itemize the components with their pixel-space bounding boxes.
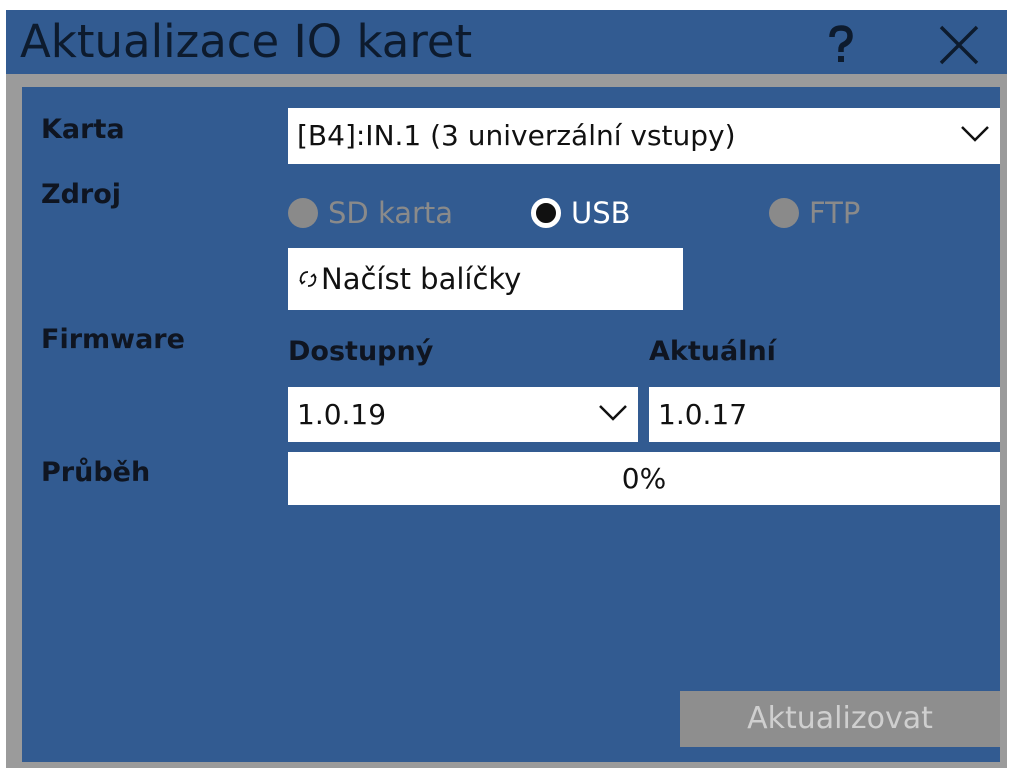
card-label: Karta — [41, 114, 125, 145]
source-sd-card-label: SD karta — [328, 196, 454, 230]
refresh-icon — [297, 268, 319, 290]
frame-bottom — [6, 762, 1007, 768]
source-usb-label: USB — [571, 196, 631, 230]
frame-left — [6, 74, 22, 768]
close-button[interactable] — [936, 22, 982, 68]
source-ftp-radio[interactable]: FTP — [769, 193, 860, 233]
title-bar: Aktualizace IO karet — [6, 10, 1007, 74]
load-packages-label: Načíst balíčky — [321, 262, 522, 296]
frame-top — [6, 74, 1007, 87]
available-firmware-select[interactable]: 1.0.19 — [288, 387, 638, 442]
question-icon — [829, 25, 853, 62]
close-icon — [939, 25, 979, 65]
source-ftp-label: FTP — [809, 196, 861, 230]
progress-label: Průběh — [41, 457, 151, 488]
source-sd-card-radio[interactable]: SD karta — [288, 193, 453, 233]
available-firmware-value: 1.0.19 — [297, 398, 387, 431]
chevron-down-icon — [961, 126, 989, 142]
card-select[interactable]: [B4]:IN.1 (3 univerzální vstupy) — [288, 108, 1000, 164]
progress-bar: 0% — [288, 452, 1000, 505]
source-usb-radio[interactable]: USB — [531, 193, 631, 233]
frame-right — [1000, 74, 1007, 768]
load-packages-button[interactable]: Načíst balíčky — [288, 248, 683, 310]
card-selected-value: [B4]:IN.1 (3 univerzální vstupy) — [297, 119, 736, 152]
current-firmware-field: 1.0.17 — [649, 387, 1000, 442]
radio-indicator — [769, 198, 799, 228]
source-label: Zdroj — [41, 179, 122, 210]
help-button[interactable] — [818, 22, 864, 68]
current-header: Aktuální — [649, 336, 776, 367]
current-firmware-value: 1.0.17 — [658, 398, 748, 431]
update-button[interactable]: Aktualizovat — [680, 691, 1000, 747]
progress-text: 0% — [621, 462, 667, 495]
dialog-title: Aktualizace IO karet — [20, 15, 473, 68]
chevron-down-icon — [599, 405, 627, 421]
available-header: Dostupný — [288, 336, 434, 367]
radio-indicator — [531, 198, 561, 228]
update-io-cards-dialog: Aktualizace IO karet Karta [B4]:IN.1 (3 … — [6, 10, 1007, 768]
firmware-label: Firmware — [41, 324, 185, 355]
radio-indicator — [288, 198, 318, 228]
